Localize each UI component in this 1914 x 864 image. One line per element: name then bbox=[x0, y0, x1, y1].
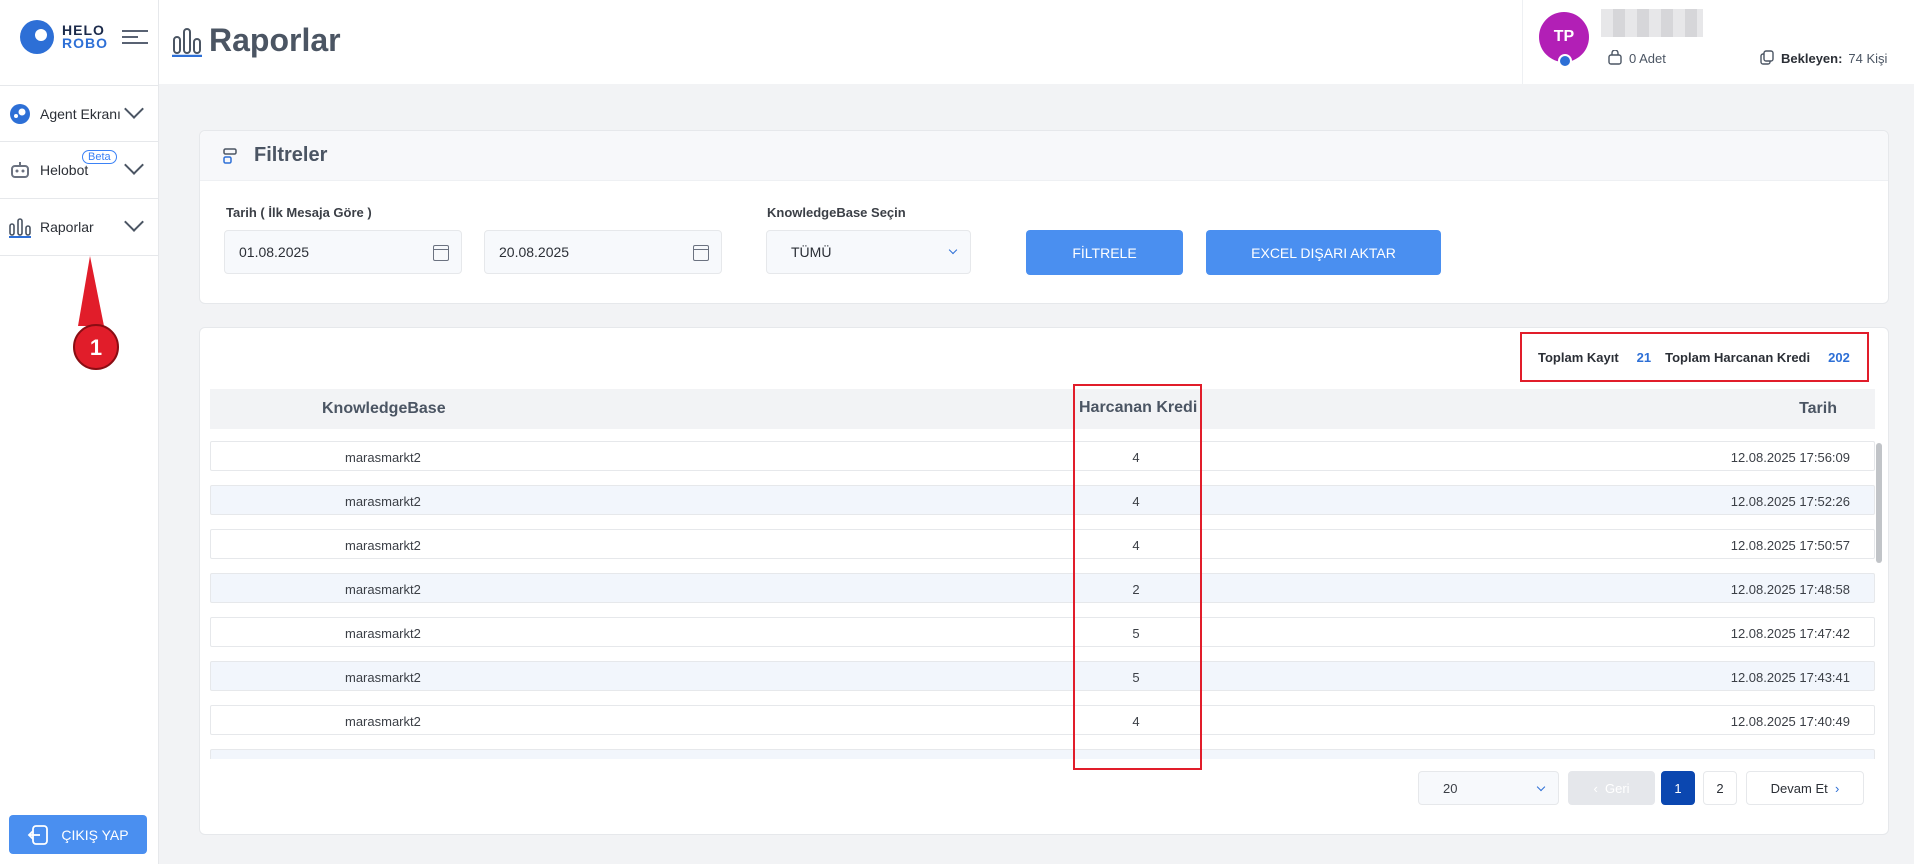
basket-icon bbox=[1608, 50, 1622, 65]
waiting-value: 74 Kişi bbox=[1848, 50, 1888, 66]
cell-date: 12.08.2025 17:47:42 bbox=[1730, 626, 1850, 641]
header: Raporlar TP 0 Adet Bekleyen: 74 Kişi bbox=[159, 0, 1914, 84]
chevron-down-icon bbox=[124, 99, 144, 119]
end-date-field[interactable]: 20.08.2025 bbox=[484, 230, 722, 274]
date-label: Tarih ( İlk Mesaja Göre ) bbox=[226, 205, 372, 220]
credit-column-highlight: Harcanan Kredi bbox=[1073, 384, 1202, 770]
chevron-down-icon bbox=[124, 155, 144, 175]
totals-summary: Toplam Kayıt 21 Toplam Harcanan Kredi 20… bbox=[1520, 332, 1869, 382]
beta-badge: Beta bbox=[82, 150, 117, 164]
cell-knowledgebase: marasmarkt2 bbox=[345, 450, 421, 465]
total-records-value: 21 bbox=[1636, 349, 1652, 365]
bar-chart-icon bbox=[8, 215, 32, 239]
cell-knowledgebase: marasmarkt2 bbox=[345, 626, 421, 641]
brand-logo[interactable]: HELO ROBO bbox=[20, 20, 108, 54]
annotation-marker: 1 bbox=[73, 256, 119, 370]
cell-date: 12.08.2025 17:48:58 bbox=[1730, 582, 1850, 597]
total-credit-label: Toplam Harcanan Kredi bbox=[1665, 349, 1811, 365]
logo-icon bbox=[20, 20, 54, 54]
page-size-select[interactable]: 20 bbox=[1418, 771, 1559, 805]
column-header-tarih[interactable]: Tarih bbox=[1799, 400, 1837, 418]
sidebar-item-raporlar[interactable]: Raporlar bbox=[0, 199, 159, 256]
filter-title: Filtreler bbox=[254, 144, 328, 166]
table-row-partial bbox=[210, 749, 1875, 759]
cell-knowledgebase: marasmarkt2 bbox=[345, 714, 421, 729]
column-header-credit[interactable]: Harcanan Kredi bbox=[1079, 399, 1197, 417]
cell-date: 12.08.2025 17:40:49 bbox=[1730, 714, 1850, 729]
total-records-label: Toplam Kayıt bbox=[1538, 349, 1619, 365]
table-row[interactable]: marasmarkt2 5 12.08.2025 17:47:42 bbox=[210, 617, 1875, 647]
total-credit-value: 202 bbox=[1828, 349, 1850, 365]
column-header-knowledgebase[interactable]: KnowledgeBase bbox=[322, 400, 446, 418]
chevron-down-icon bbox=[1536, 782, 1546, 792]
user-name-redacted bbox=[1601, 9, 1703, 37]
start-date-field[interactable]: 01.08.2025 bbox=[224, 230, 462, 274]
page-size-value: 20 bbox=[1443, 780, 1458, 796]
chevron-down-icon bbox=[948, 245, 958, 255]
cell-date: 12.08.2025 17:50:57 bbox=[1730, 538, 1850, 553]
table-body: marasmarkt2 4 12.08.2025 17:56:09 marasm… bbox=[210, 441, 1875, 759]
logout-button[interactable]: ÇIKIŞ YAP bbox=[9, 815, 147, 854]
next-page-button[interactable]: Devam Et › bbox=[1746, 771, 1864, 805]
kb-select-value: TÜMÜ bbox=[791, 244, 832, 260]
calendar-icon[interactable] bbox=[693, 245, 709, 261]
export-excel-button[interactable]: EXCEL DIŞARI AKTAR bbox=[1206, 230, 1441, 275]
prev-page-button[interactable]: ‹ Geri bbox=[1568, 771, 1655, 805]
filter-button[interactable]: FİLTRELE bbox=[1026, 230, 1183, 275]
table-header: KnowledgeBase Tarih bbox=[210, 389, 1875, 429]
cell-date: 12.08.2025 17:52:26 bbox=[1730, 494, 1850, 509]
end-date-value: 20.08.2025 bbox=[499, 244, 570, 260]
sidebar-item-helobot[interactable]: Helobot Beta bbox=[0, 142, 159, 199]
page-2-button[interactable]: 2 bbox=[1703, 771, 1737, 805]
page-1-button[interactable]: 1 bbox=[1661, 771, 1695, 805]
table-row[interactable]: marasmarkt2 5 12.08.2025 17:43:41 bbox=[210, 661, 1875, 691]
sidebar: HELO ROBO Agent Ekranı Helobot Beta Rapo… bbox=[0, 0, 159, 864]
table-row[interactable]: marasmarkt2 4 12.08.2025 17:56:09 bbox=[210, 441, 1875, 471]
table-row[interactable]: marasmarkt2 2 12.08.2025 17:48:58 bbox=[210, 573, 1875, 603]
status-badge bbox=[1558, 54, 1572, 68]
chevron-right-icon: › bbox=[1827, 780, 1840, 796]
cell-knowledgebase: marasmarkt2 bbox=[345, 670, 421, 685]
cell-knowledgebase: marasmarkt2 bbox=[345, 582, 421, 597]
cell-knowledgebase: marasmarkt2 bbox=[345, 538, 421, 553]
kb-label: KnowledgeBase Seçin bbox=[767, 205, 906, 220]
filter-card: Filtreler Tarih ( İlk Mesaja Göre ) 01.0… bbox=[199, 130, 1889, 304]
chevron-left-icon: ‹ bbox=[1593, 780, 1605, 796]
cell-date: 12.08.2025 17:43:41 bbox=[1730, 670, 1850, 685]
chat-count: 0 Adet bbox=[1629, 50, 1666, 66]
table-row[interactable]: marasmarkt2 4 12.08.2025 17:40:49 bbox=[210, 705, 1875, 735]
sidebar-item-agent-ekrani[interactable]: Agent Ekranı bbox=[0, 85, 159, 142]
next-page-label: Devam Et bbox=[1770, 780, 1828, 796]
sidebar-nav: Agent Ekranı Helobot Beta Raporlar bbox=[0, 85, 159, 256]
prev-page-label: Geri bbox=[1605, 780, 1630, 796]
annotation-number: 1 bbox=[90, 335, 102, 360]
brand-line2: ROBO bbox=[62, 35, 108, 51]
sidebar-item-label: Raporlar bbox=[40, 219, 94, 235]
agent-icon bbox=[8, 102, 32, 126]
table-row[interactable]: marasmarkt2 4 12.08.2025 17:52:26 bbox=[210, 485, 1875, 515]
menu-toggle-icon[interactable] bbox=[122, 30, 148, 48]
page-title: Raporlar bbox=[209, 22, 341, 58]
calendar-icon[interactable] bbox=[433, 245, 449, 261]
chevron-down-icon bbox=[124, 212, 144, 232]
table-row[interactable]: marasmarkt2 4 12.08.2025 17:50:57 bbox=[210, 529, 1875, 559]
waiting-label: Bekleyen: bbox=[1781, 50, 1843, 66]
report-table-card: Toplam Kayıt 21 Toplam Harcanan Kredi 20… bbox=[199, 327, 1889, 835]
robot-icon bbox=[8, 158, 32, 182]
logout-icon bbox=[28, 824, 49, 845]
filter-icon bbox=[223, 147, 237, 164]
sidebar-item-label: Agent Ekranı bbox=[40, 105, 121, 122]
cell-date: 12.08.2025 17:56:09 bbox=[1730, 450, 1850, 465]
start-date-value: 01.08.2025 bbox=[239, 244, 310, 260]
copy-icon bbox=[1760, 50, 1774, 65]
sidebar-item-label: Helobot bbox=[40, 162, 89, 178]
user-panel: TP 0 Adet Bekleyen: 74 Kişi bbox=[1522, 0, 1914, 84]
cell-knowledgebase: marasmarkt2 bbox=[345, 494, 421, 509]
table-scrollbar[interactable] bbox=[1876, 443, 1882, 563]
bar-chart-icon bbox=[172, 27, 202, 57]
logout-label: ÇIKIŞ YAP bbox=[61, 826, 129, 843]
kb-select[interactable]: TÜMÜ bbox=[766, 230, 971, 274]
